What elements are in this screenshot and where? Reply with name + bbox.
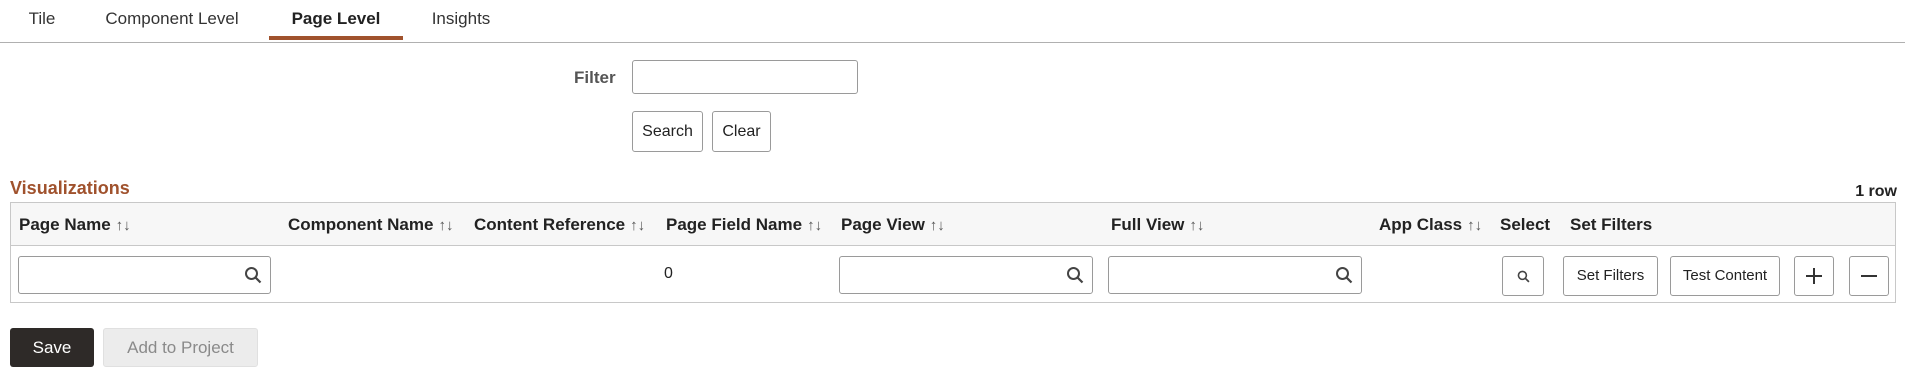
tab-tile[interactable]: Tile	[18, 0, 66, 40]
filter-input[interactable]	[632, 60, 858, 94]
col-header-page-name[interactable]: Page Name ↑↓	[19, 215, 131, 235]
page-name-field[interactable]	[18, 256, 271, 294]
col-header-app-class[interactable]: App Class ↑↓	[1379, 215, 1482, 235]
set-filters-button[interactable]: Set Filters	[1563, 256, 1658, 296]
tab-component-level[interactable]: Component Level	[96, 0, 248, 40]
col-header-select: Select	[1500, 215, 1551, 234]
row-count: 1 row	[1855, 183, 1897, 200]
plus-icon	[1806, 268, 1822, 284]
search-button[interactable]: Search	[632, 111, 703, 152]
select-button[interactable]	[1502, 256, 1544, 296]
add-to-project-button: Add to Project	[103, 328, 258, 367]
search-icon	[1517, 270, 1530, 283]
visualizations-grid: Page Name ↑↓ Component Name ↑↓ Content Ref…	[10, 202, 1896, 303]
col-header-page-field-name[interactable]: Page Field Name ↑↓	[666, 215, 822, 235]
tab-bar: Tile Component Level Page Level Insights	[0, 0, 1905, 43]
test-content-button[interactable]: Test Content	[1670, 256, 1780, 296]
sort-icon: ↑↓	[929, 217, 945, 234]
page-field-name-value: 0	[664, 265, 673, 282]
sort-icon: ↑↓	[1189, 217, 1205, 234]
grid-header: Page Name ↑↓ Component Name ↑↓ Content Ref…	[11, 203, 1895, 246]
full-view-field[interactable]	[1108, 256, 1362, 294]
search-icon[interactable]	[244, 266, 262, 284]
add-row-button[interactable]	[1794, 256, 1834, 296]
search-icon[interactable]	[1335, 266, 1353, 284]
page-view-field[interactable]	[839, 256, 1093, 294]
col-header-page-view[interactable]: Page View ↑↓	[841, 215, 945, 235]
delete-row-button[interactable]	[1849, 256, 1889, 296]
tab-insights[interactable]: Insights	[424, 0, 498, 40]
col-header-component-name[interactable]: Component Name ↑↓	[288, 215, 453, 235]
filter-label: Filter	[574, 68, 616, 87]
search-icon[interactable]	[1066, 266, 1084, 284]
col-header-full-view[interactable]: Full View ↑↓	[1111, 215, 1204, 235]
save-button[interactable]: Save	[10, 328, 94, 367]
sort-icon: ↑↓	[115, 217, 131, 234]
sort-icon: ↑↓	[807, 217, 823, 234]
clear-button[interactable]: Clear	[712, 111, 771, 152]
minus-icon	[1861, 275, 1877, 277]
col-header-set-filters: Set Filters	[1570, 215, 1653, 234]
col-header-content-reference[interactable]: Content Reference ↑↓	[474, 215, 645, 235]
sort-icon: ↑↓	[630, 217, 646, 234]
sort-icon: ↑↓	[1467, 217, 1483, 234]
grid-title: Visualizations	[10, 178, 130, 198]
sort-icon: ↑↓	[438, 217, 454, 234]
tab-page-level[interactable]: Page Level	[269, 0, 403, 40]
